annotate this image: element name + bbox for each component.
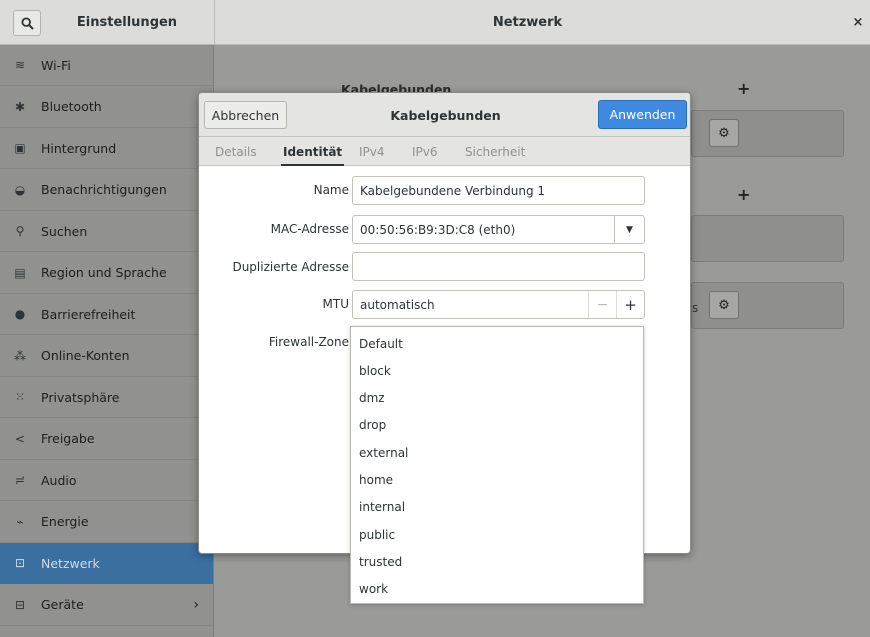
firewall-zone-label: Firewall-Zone	[268, 335, 349, 349]
name-input[interactable]: Kabelgebundene Verbindung 1	[352, 176, 645, 205]
sidebar-item-wifi[interactable]: ≋ Wi-Fi	[0, 45, 213, 86]
sidebar-item-bluetooth[interactable]: ✱ Bluetooth	[0, 87, 213, 128]
firewall-zone-option[interactable]: Default	[351, 330, 643, 357]
dialog-tabs: Details Identität IPv4 IPv6 Sicherheit	[199, 137, 690, 166]
sidebar-item-privacy[interactable]: ⁙ Privatsphäre	[0, 377, 213, 418]
cancel-button[interactable]: Abbrechen	[204, 101, 287, 129]
sidebar-item-label: Energie	[41, 514, 89, 529]
mtu-spinbutton[interactable]: automatisch − +	[352, 290, 645, 319]
audio-icon: ≓	[14, 473, 26, 487]
mac-combo[interactable]: 00:50:56:B9:3D:C8 (eth0) ▼	[352, 215, 645, 244]
firewall-zone-option[interactable]: external	[351, 439, 643, 466]
accessibility-icon: ●	[14, 307, 26, 321]
sidebar-item-devices[interactable]: ⊟ Geräte ›	[0, 585, 213, 626]
mtu-decrease-button[interactable]: −	[588, 291, 616, 318]
bluetooth-icon: ✱	[14, 99, 26, 114]
chevron-down-icon[interactable]: ▼	[614, 216, 644, 243]
share-icon: <	[14, 431, 26, 446]
dialog-header: Abbrechen Kabelgebunden Anwenden	[199, 93, 690, 137]
sidebar-item-label: Privatsphäre	[41, 389, 120, 405]
background-icon: ▣	[14, 141, 26, 155]
apply-button[interactable]: Anwenden	[598, 100, 687, 129]
sidebar-item-search[interactable]: ⚲ Suchen	[0, 211, 213, 252]
sidebar-item-label: Bluetooth	[41, 99, 102, 114]
proxy-status-text: s	[692, 301, 699, 315]
firewall-zone-option[interactable]: block	[351, 357, 643, 384]
firewall-zone-option[interactable]: home	[351, 467, 643, 494]
sidebar-item-label: Region und Sprache	[41, 265, 167, 280]
firewall-zone-option[interactable]: dmz	[351, 385, 643, 412]
close-button[interactable]: ×	[850, 14, 866, 30]
gear-icon: ⚙	[718, 297, 730, 313]
network-icon: ⊡	[14, 556, 26, 570]
name-label: Name	[313, 183, 349, 197]
chevron-right-icon: ›	[193, 596, 199, 613]
sidebar-item-accessibility[interactable]: ● Barrierefreiheit	[0, 294, 213, 335]
sidebar-item-background[interactable]: ▣ Hintergrund	[0, 128, 213, 169]
sidebar-item-label: Wi-Fi	[41, 57, 71, 73]
sidebar-item-region[interactable]: ▤ Region und Sprache	[0, 253, 213, 294]
notifications-icon: ◒	[14, 182, 26, 197]
sidebar-item-label: Freigabe	[41, 431, 95, 446]
mtu-value: automatisch	[360, 297, 435, 312]
tab-details[interactable]: Details	[215, 137, 257, 166]
sidebar-item-label: Hintergrund	[41, 140, 117, 156]
sidebar-item-network[interactable]: ⊡ Netzwerk	[0, 543, 213, 584]
search-icon	[20, 16, 34, 30]
mac-label: MAC-Adresse	[270, 222, 349, 236]
power-icon: ⌁	[16, 514, 24, 529]
tab-identity[interactable]: Identität	[280, 137, 345, 166]
gear-icon: ⚙	[718, 125, 730, 141]
tab-security[interactable]: Sicherheit	[465, 137, 525, 166]
sidebar-item-label: Suchen	[41, 223, 88, 239]
firewall-zone-option[interactable]: drop	[351, 412, 643, 439]
wifi-icon: ≋	[14, 58, 26, 72]
search-icon: ⚲	[15, 224, 25, 238]
proxy-settings-button[interactable]: ⚙	[709, 291, 739, 319]
sidebar-item-online-accounts[interactable]: ⁂ Online-Konten	[0, 336, 213, 377]
sidebar-item-label: Barrierefreiheit	[41, 306, 136, 322]
devices-icon: ⊟	[14, 597, 26, 612]
cloned-address-label: Duplizierte Adresse	[232, 260, 349, 274]
region-icon: ▤	[14, 265, 26, 280]
sidebar-item-share[interactable]: < Freigabe	[0, 419, 213, 460]
mac-value: 00:50:56:B9:3D:C8 (eth0)	[360, 222, 516, 237]
cloned-address-input[interactable]	[352, 252, 645, 281]
firewall-zone-option[interactable]: public	[351, 521, 643, 548]
header-bar: Einstellungen Netzwerk ×	[0, 0, 870, 45]
sidebar-item-label: Benachrichtigungen	[41, 182, 167, 197]
mtu-label: MTU	[322, 297, 349, 311]
online-accounts-icon: ⁂	[14, 348, 26, 363]
dialog-title: Kabelgebunden	[390, 107, 501, 123]
sidebar-item-label: Online-Konten	[41, 348, 130, 363]
sidebar-item-label: Audio	[41, 472, 77, 488]
tab-ipv6[interactable]: IPv6	[412, 137, 438, 166]
wired-settings-button[interactable]: ⚙	[709, 119, 739, 147]
mtu-increase-button[interactable]: +	[616, 291, 644, 318]
close-icon: ×	[852, 14, 864, 30]
firewall-zone-option[interactable]: trusted	[351, 548, 643, 575]
sidebar-item-label: Netzwerk	[41, 555, 100, 571]
firewall-zone-dropdown: Default block dmz drop external home internal p…	[350, 326, 644, 604]
sidebar: ≋ Wi-Fi ✱ Bluetooth ▣ Hintergrund ◒ Benachricht…	[0, 45, 214, 637]
sidebar-item-label: Geräte	[41, 597, 84, 612]
firewall-zone-option[interactable]: work	[351, 576, 643, 603]
page-title: Netzwerk	[492, 15, 563, 30]
add-wired-button[interactable]: +	[737, 79, 750, 98]
vpn-row	[691, 215, 844, 262]
add-vpn-button[interactable]: +	[737, 185, 750, 204]
firewall-zone-option[interactable]: internal	[351, 494, 643, 521]
privacy-icon: ⁙	[14, 390, 26, 404]
settings-title: Einstellungen	[76, 15, 178, 30]
sidebar-item-power[interactable]: ⌁ Energie	[0, 502, 213, 543]
sidebar-item-audio[interactable]: ≓ Audio	[0, 460, 213, 501]
tab-ipv4[interactable]: IPv4	[359, 137, 385, 166]
sidebar-item-notifications[interactable]: ◒ Benachrichtigungen	[0, 170, 213, 211]
search-button[interactable]	[13, 10, 41, 36]
